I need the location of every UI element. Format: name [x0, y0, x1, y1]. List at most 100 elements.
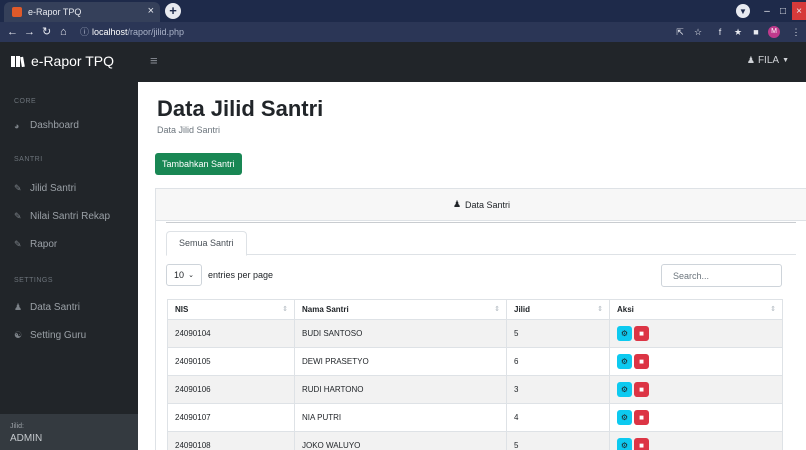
home-icon[interactable]: ⌂ — [60, 25, 67, 39]
cell-nama: BUDI SANTOSO — [294, 319, 507, 348]
url-field[interactable]: localhost/rapor/jilid.php — [92, 25, 184, 39]
sort-icon: ⇕ — [282, 306, 288, 313]
extension-icon[interactable]: f — [714, 26, 726, 38]
edit-gear-icon[interactable]: ⚙ — [617, 438, 632, 450]
edit-icon: ✎ — [14, 239, 22, 249]
share-icon[interactable]: ⇱ — [674, 26, 686, 38]
sidebar-footer: Jilid: ADMIN — [0, 414, 138, 450]
sidebar-heading-settings: SETTINGS — [14, 277, 54, 284]
user-tie-icon: ♟ — [452, 199, 462, 209]
edit-gear-icon[interactable]: ⚙ — [617, 410, 632, 425]
cell-aksi: ⚙ ■ — [609, 347, 783, 376]
entries-select[interactable]: 10 ⌄ — [166, 264, 202, 286]
browser-tab[interactable]: e-Rapor TPQ × — [4, 2, 160, 22]
forward-icon[interactable]: → — [24, 25, 35, 39]
sidebar-item-setting-guru[interactable]: ☯ Setting Guru — [14, 330, 86, 341]
cell-nis: 24090108 — [167, 431, 295, 450]
cell-aksi: ⚙ ■ — [609, 403, 783, 432]
sidebar-item-label: Dashboard — [30, 120, 79, 131]
cell-aksi: ⚙ ■ — [609, 431, 783, 450]
site-info-icon[interactable]: ⓘ — [80, 25, 89, 39]
user-name: FILA — [757, 55, 780, 66]
santri-table: NIS ⇕ Nama Santri ⇕ Jilid ⇕ Aksi ⇕ 24090104 … — [167, 299, 783, 450]
search-input[interactable] — [661, 264, 782, 287]
cell-nis: 24090107 — [167, 403, 295, 432]
caret-down-icon: ▼ — [782, 57, 789, 64]
sidebar-heading-core: CORE — [14, 98, 37, 105]
sort-icon: ⇕ — [597, 306, 603, 313]
minimize-icon[interactable]: – — [760, 2, 774, 20]
column-header-jilid[interactable]: Jilid ⇕ — [506, 299, 610, 320]
sidebar-item-nilai-santri-rekap[interactable]: ✎ Nilai Santri Rekap — [14, 211, 110, 222]
user-icon: ♟ — [746, 55, 755, 65]
window-close-icon[interactable]: × — [792, 2, 806, 20]
delete-trash-icon[interactable]: ■ — [634, 354, 649, 369]
divider — [166, 222, 796, 223]
cell-jilid: 5 — [506, 431, 610, 450]
sidebar: CORE ◕ Dashboard SANTRI ✎ Jilid Santri ✎… — [0, 82, 138, 450]
page-title: Data Jilid Santri — [157, 96, 324, 121]
sidebar-item-label: Setting Guru — [30, 330, 87, 341]
menu-icon[interactable]: ⋮ — [790, 26, 802, 38]
edit-gear-icon[interactable]: ⚙ — [617, 354, 632, 369]
maximize-icon[interactable]: □ — [776, 2, 790, 20]
cell-jilid: 4 — [506, 403, 610, 432]
main-content: Data Jilid Santri Data Jilid Santri Tamb… — [138, 82, 806, 450]
sidebar-item-label: Data Santri — [30, 302, 81, 313]
cell-nama: DEWI PRASETYO — [294, 347, 507, 376]
cell-jilid: 6 — [506, 347, 610, 376]
star-icon[interactable]: ☆ — [692, 26, 704, 38]
new-tab-button[interactable]: + — [165, 3, 181, 19]
brand-title: e-Rapor TPQ — [31, 53, 114, 69]
delete-trash-icon[interactable]: ■ — [634, 410, 649, 425]
table-row: 24090107 NIA PUTRI 4 ⚙ ■ — [167, 403, 783, 432]
profile-icon[interactable]: M — [768, 26, 780, 38]
sidebar-item-dashboard[interactable]: ◕ Dashboard — [14, 120, 79, 131]
cell-nama: NIA PUTRI — [294, 403, 507, 432]
reload-icon[interactable]: ↻ — [42, 25, 51, 39]
sidebar-item-label: Jilid Santri — [30, 183, 77, 194]
back-icon[interactable]: ← — [7, 25, 18, 39]
delete-trash-icon[interactable]: ■ — [634, 438, 649, 450]
chevron-down-icon: ⌄ — [188, 272, 194, 279]
sidebar-item-label: Nilai Santri Rekap — [30, 211, 111, 222]
sidepanel-icon[interactable]: ■ — [750, 26, 762, 38]
column-header-nis[interactable]: NIS ⇕ — [167, 299, 295, 320]
column-header-nama[interactable]: Nama Santri ⇕ — [294, 299, 507, 320]
tab-close-icon[interactable]: × — [148, 5, 154, 17]
delete-trash-icon[interactable]: ■ — [634, 382, 649, 397]
user-menu[interactable]: ♟ FILA ▼ — [747, 55, 789, 66]
sidebar-item-rapor[interactable]: ✎ Rapor — [14, 239, 57, 250]
browser-tab-title: e-Rapor TPQ — [28, 7, 82, 17]
sidebar-heading-santri: SANTRI — [14, 156, 43, 163]
sort-icon: ⇕ — [770, 306, 776, 313]
cell-nis: 24090106 — [167, 375, 295, 404]
sidebar-item-data-santri[interactable]: ♟ Data Santri — [14, 302, 80, 313]
edit-gear-icon[interactable]: ⚙ — [617, 326, 632, 341]
favicon-icon — [12, 7, 22, 17]
brand[interactable]: e-Rapor TPQ — [11, 53, 114, 69]
book-icon — [11, 55, 25, 67]
user-tie-icon: ♟ — [14, 302, 23, 312]
edit-icon: ✎ — [14, 183, 22, 193]
column-header-aksi[interactable]: Aksi ⇕ — [609, 299, 783, 320]
table-row: 24090105 DEWI PRASETYO 6 ⚙ ■ — [167, 347, 783, 376]
sidebar-footer-label: Jilid: — [10, 423, 25, 430]
sidebar-toggle-icon[interactable]: ≡ — [150, 53, 158, 68]
table-row: 24090104 BUDI SANTOSO 5 ⚙ ■ — [167, 319, 783, 348]
table-row: 24090108 JOKO WALUYO 5 ⚙ ■ — [167, 431, 783, 450]
sidebar-item-jilid-santri[interactable]: ✎ Jilid Santri — [14, 183, 76, 194]
table-row: 24090106 RUDI HARTONO 3 ⚙ ■ — [167, 375, 783, 404]
top-navbar: e-Rapor TPQ ≡ ♟ FILA ▼ — [0, 42, 806, 82]
puzzle-icon[interactable]: ★ — [732, 26, 744, 38]
cell-jilid: 5 — [506, 319, 610, 348]
entries-label: entries per page — [208, 270, 274, 280]
cell-nis: 24090105 — [167, 347, 295, 376]
delete-trash-icon[interactable]: ■ — [634, 326, 649, 341]
cell-aksi: ⚙ ■ — [609, 319, 783, 348]
edit-gear-icon[interactable]: ⚙ — [617, 382, 632, 397]
users-icon: ☯ — [14, 330, 23, 340]
tab-search-icon[interactable]: ▼ — [736, 4, 750, 18]
tab-semua-santri[interactable]: Semua Santri — [166, 231, 247, 256]
add-santri-button[interactable]: Tambahkan Santri — [155, 153, 242, 175]
